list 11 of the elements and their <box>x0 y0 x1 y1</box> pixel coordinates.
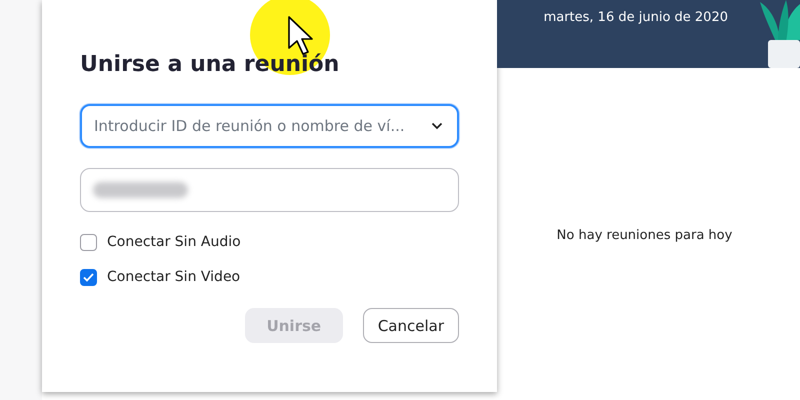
chevron-down-icon[interactable] <box>431 122 443 130</box>
meeting-id-field[interactable]: Introducir ID de reunión o nombre de ví... <box>80 104 459 148</box>
name-field[interactable] <box>80 168 459 212</box>
checkmark-icon <box>83 273 94 282</box>
empty-message: No hay reuniones para hoy <box>556 228 732 243</box>
cancel-button[interactable]: Cancelar <box>362 308 459 344</box>
checkbox[interactable] <box>80 269 97 286</box>
checkbox-label[interactable]: Conectar Sin Audio <box>107 232 241 254</box>
checkbox-label[interactable]: Conectar Sin Video <box>107 267 240 288</box>
date-label: martes, 16 de junio de 2020 <box>544 9 728 27</box>
checkbox[interactable] <box>80 234 97 252</box>
